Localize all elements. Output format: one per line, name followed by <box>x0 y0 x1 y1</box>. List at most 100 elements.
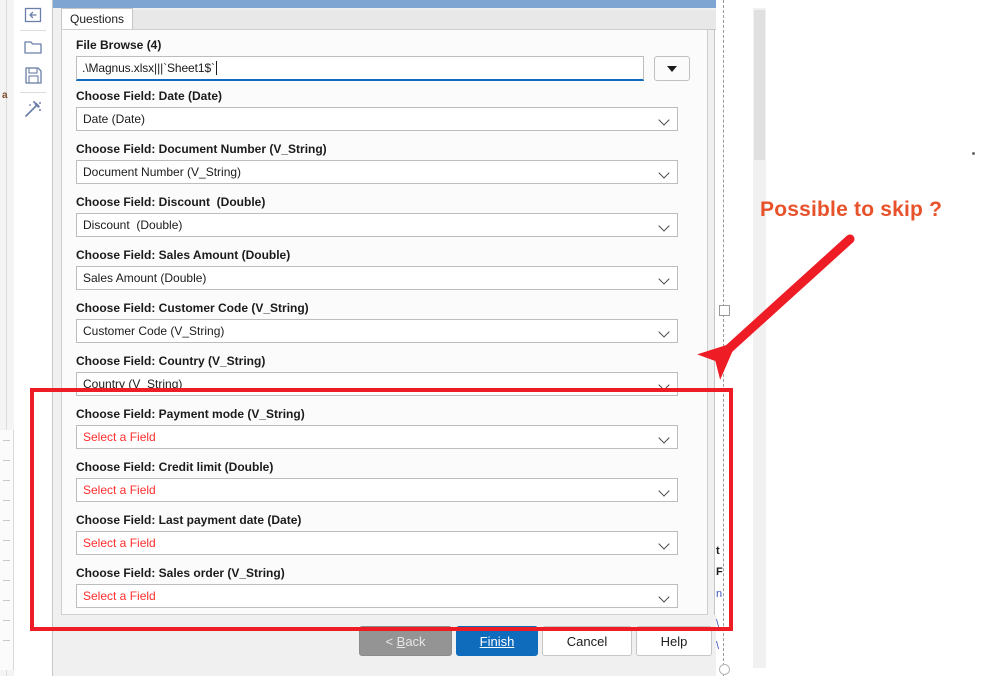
chevron-down-icon[interactable] <box>660 222 669 231</box>
field-combobox-value: Date (Date) <box>83 112 146 126</box>
panel-scrollbar-track[interactable] <box>753 8 766 668</box>
tab-questions[interactable]: Questions <box>61 8 133 29</box>
toolbar-separator <box>20 30 46 31</box>
tab-strip-filler <box>133 10 716 30</box>
field-group: Choose Field: Sales order (V_String) Sele… <box>62 566 707 608</box>
document-guide-line <box>723 0 724 676</box>
guide-handle-bottom[interactable] <box>719 664 730 675</box>
field-list: Choose Field: Date (Date) Date (Date) Choo… <box>62 89 707 608</box>
cancel-button-label: Cancel <box>566 633 608 649</box>
finish-button-label: Finish <box>479 633 515 649</box>
ruler-tick <box>3 600 10 601</box>
ruler-tick <box>3 520 10 521</box>
background-dot <box>972 152 975 155</box>
ruler-tick <box>3 540 10 541</box>
field-group: Choose Field: Date (Date) Date (Date) <box>62 89 707 131</box>
chevron-down-icon[interactable] <box>660 381 669 390</box>
field-group: Choose Field: Credit limit (Double) Selec… <box>62 460 707 502</box>
file-browse-input[interactable]: .\Magnus.xlsx|||`Sheet1$` <box>76 56 644 81</box>
ruler-tick <box>3 580 10 581</box>
file-browse-row: .\Magnus.xlsx|||`Sheet1$` <box>76 56 705 81</box>
help-button-label: Help <box>660 633 688 649</box>
finish-accel: F <box>479 633 488 649</box>
back-button[interactable]: < Back <box>359 626 452 656</box>
field-label: Choose Field: Country (V_String) <box>76 354 266 368</box>
help-button[interactable]: Help <box>636 626 712 656</box>
questions-content-panel: File Browse (4) .\Magnus.xlsx|||`Sheet1$… <box>61 29 708 615</box>
field-combobox[interactable]: Document Number (V_String) <box>76 160 678 184</box>
field-combobox-value: Select a Field <box>83 589 156 603</box>
guide-handle[interactable] <box>719 305 730 316</box>
field-label: Choose Field: Credit limit (Double) <box>76 460 274 474</box>
field-combobox[interactable]: Select a Field <box>76 478 678 502</box>
field-label: Choose Field: Customer Code (V_String) <box>76 301 309 315</box>
chevron-down-icon[interactable] <box>660 487 669 496</box>
field-label: Choose Field: Sales order (V_String) <box>76 566 285 580</box>
field-combobox-value: Customer Code (V_String) <box>83 324 225 338</box>
field-label: Choose Field: Last payment date (Date) <box>76 513 302 527</box>
chevron-down-icon[interactable] <box>660 328 669 337</box>
save-floppy-icon[interactable] <box>22 64 44 86</box>
toolbar-separator <box>20 92 46 93</box>
field-label: Choose Field: Discount (Double) <box>76 195 266 209</box>
field-combobox-value: Select a Field <box>83 536 156 550</box>
field-combobox-value: Discount (Double) <box>83 218 183 232</box>
ruler-tick <box>3 500 10 501</box>
field-combobox-value: Country (V_String) <box>83 377 183 391</box>
background-vertical-ruler <box>0 430 14 670</box>
field-group: Choose Field: Discount (Double) Discount … <box>62 195 707 237</box>
dialog-titlebar <box>53 0 716 8</box>
chevron-down-icon[interactable] <box>660 275 669 284</box>
triangle-down-icon <box>667 65 677 72</box>
file-browse-dropdown-button[interactable] <box>654 56 690 81</box>
field-group: Choose Field: Country (V_String) Country … <box>62 354 707 396</box>
field-label: Choose Field: Document Number (V_String) <box>76 142 327 156</box>
chevron-down-icon[interactable] <box>660 540 669 549</box>
chevron-down-icon[interactable] <box>660 116 669 125</box>
dialog-footer: < Back Finish Cancel Help <box>53 615 716 676</box>
file-browse-value: .\Magnus.xlsx|||`Sheet1$` <box>82 61 215 75</box>
field-group: Choose Field: Customer Code (V_String) Cu… <box>62 301 707 343</box>
field-combobox[interactable]: Country (V_String) <box>76 372 678 396</box>
ruler-tick <box>3 640 10 641</box>
folder-icon[interactable] <box>22 36 44 58</box>
field-label: Choose Field: Sales Amount (Double) <box>76 248 291 262</box>
cancel-button[interactable]: Cancel <box>542 626 632 656</box>
background-text-fragment: t <box>716 545 720 557</box>
magic-wand-icon[interactable] <box>22 98 44 120</box>
annotation-text: Possible to skip ? <box>760 198 943 221</box>
field-combobox-value: Select a Field <box>83 430 156 444</box>
field-group: Choose Field: Payment mode (V_String) Sel… <box>62 407 707 449</box>
field-combobox[interactable]: Select a Field <box>76 425 678 449</box>
file-browse-label: File Browse (4) <box>76 38 162 52</box>
back-button-label: < Back <box>385 633 426 649</box>
field-combobox[interactable]: Select a Field <box>76 584 678 608</box>
text-caret <box>215 61 217 75</box>
field-combobox[interactable]: Select a Field <box>76 531 678 555</box>
tab-questions-label: Questions <box>69 11 125 26</box>
field-combobox[interactable]: Discount (Double) <box>76 213 678 237</box>
field-combobox-value: Select a Field <box>83 483 156 497</box>
field-group: Choose Field: Last payment date (Date) Se… <box>62 513 707 555</box>
ruler-tick <box>3 620 10 621</box>
questions-dialog: Questions File Browse (4) .\Magnus.xlsx|… <box>52 0 766 676</box>
chevron-down-icon[interactable] <box>660 434 669 443</box>
field-label: Choose Field: Payment mode (V_String) <box>76 407 305 421</box>
ruler-tick <box>3 440 10 441</box>
background-text-fragment: F <box>716 566 723 578</box>
field-label: Choose Field: Date (Date) <box>76 89 223 103</box>
back-arrow-boxed-icon[interactable] <box>22 4 44 26</box>
field-combobox[interactable]: Sales Amount (Double) <box>76 266 678 290</box>
fields-area: File Browse (4) .\Magnus.xlsx|||`Sheet1$… <box>62 30 707 614</box>
finish-button[interactable]: Finish <box>456 626 538 656</box>
field-combobox[interactable]: Customer Code (V_String) <box>76 319 678 343</box>
field-combobox-value: Sales Amount (Double) <box>83 271 207 285</box>
field-combobox[interactable]: Date (Date) <box>76 107 678 131</box>
background-link-fragment: \ <box>716 640 720 652</box>
ruler-tick <box>3 480 10 481</box>
background-text-fragment: a <box>2 90 8 101</box>
chevron-down-icon[interactable] <box>660 169 669 178</box>
panel-scrollbar-thumb[interactable] <box>754 10 765 160</box>
chevron-down-icon[interactable] <box>660 593 669 602</box>
tab-strip: Questions <box>53 8 716 30</box>
